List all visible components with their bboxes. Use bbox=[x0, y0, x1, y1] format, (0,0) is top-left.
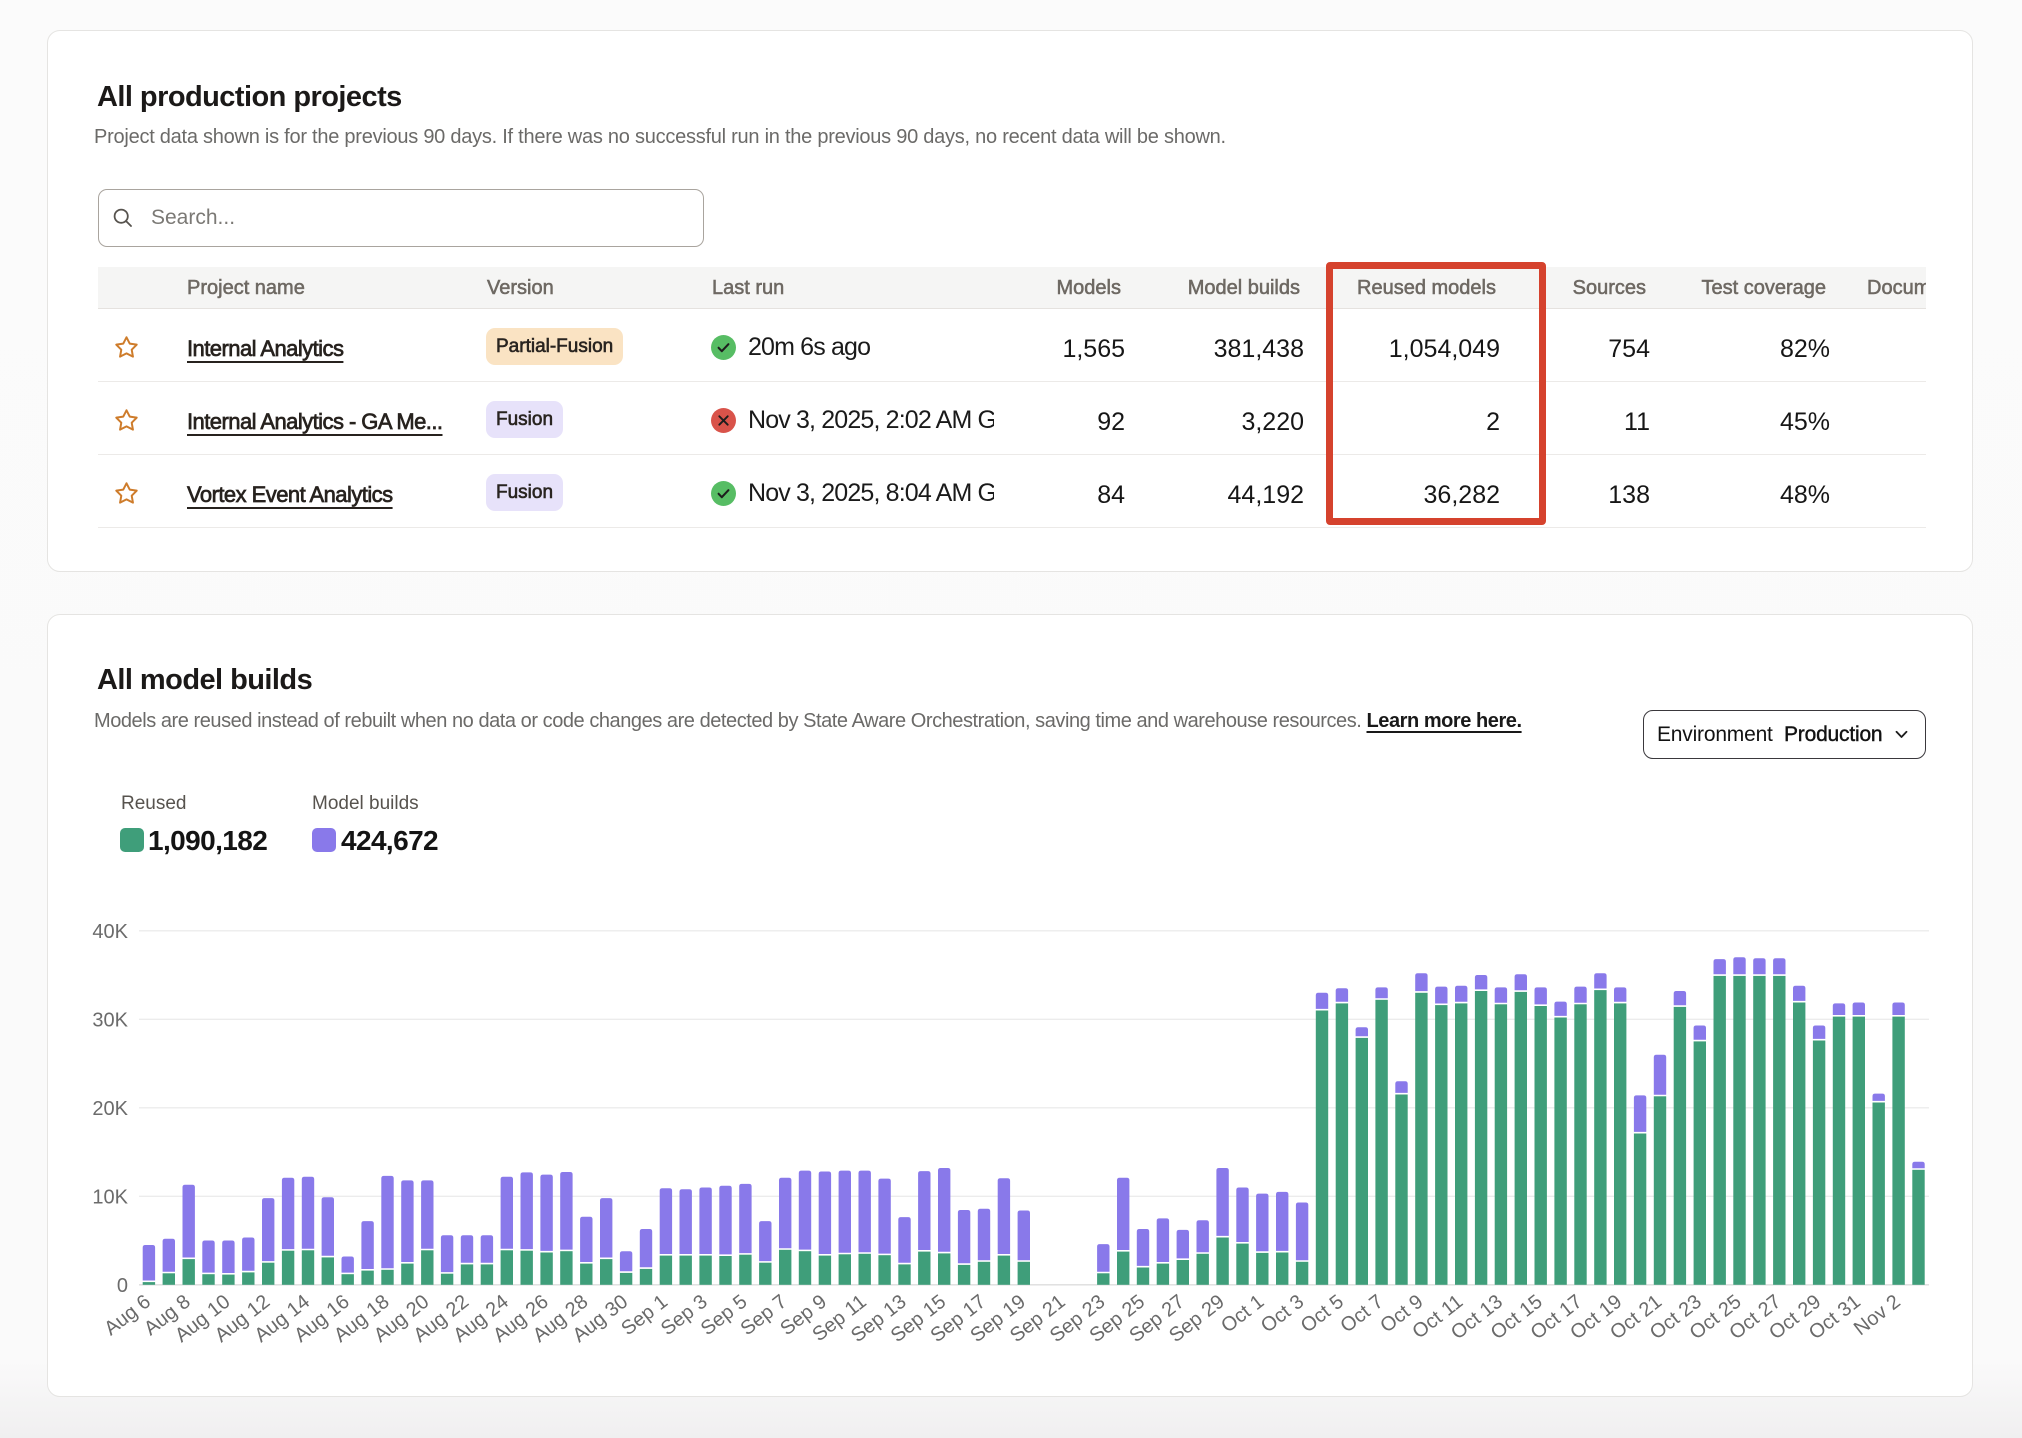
svg-text:30K: 30K bbox=[92, 1009, 128, 1031]
svg-text:40K: 40K bbox=[92, 921, 128, 943]
svg-text:Oct 5: Oct 5 bbox=[1297, 1291, 1348, 1338]
svg-text:0: 0 bbox=[117, 1275, 128, 1297]
svg-text:Nov 2: Nov 2 bbox=[1850, 1291, 1905, 1341]
svg-text:Oct 3: Oct 3 bbox=[1257, 1291, 1308, 1338]
svg-text:Oct 7: Oct 7 bbox=[1336, 1291, 1387, 1338]
svg-text:20K: 20K bbox=[92, 1098, 128, 1120]
svg-text:10K: 10K bbox=[92, 1186, 128, 1208]
svg-text:Oct 1: Oct 1 bbox=[1217, 1291, 1268, 1338]
